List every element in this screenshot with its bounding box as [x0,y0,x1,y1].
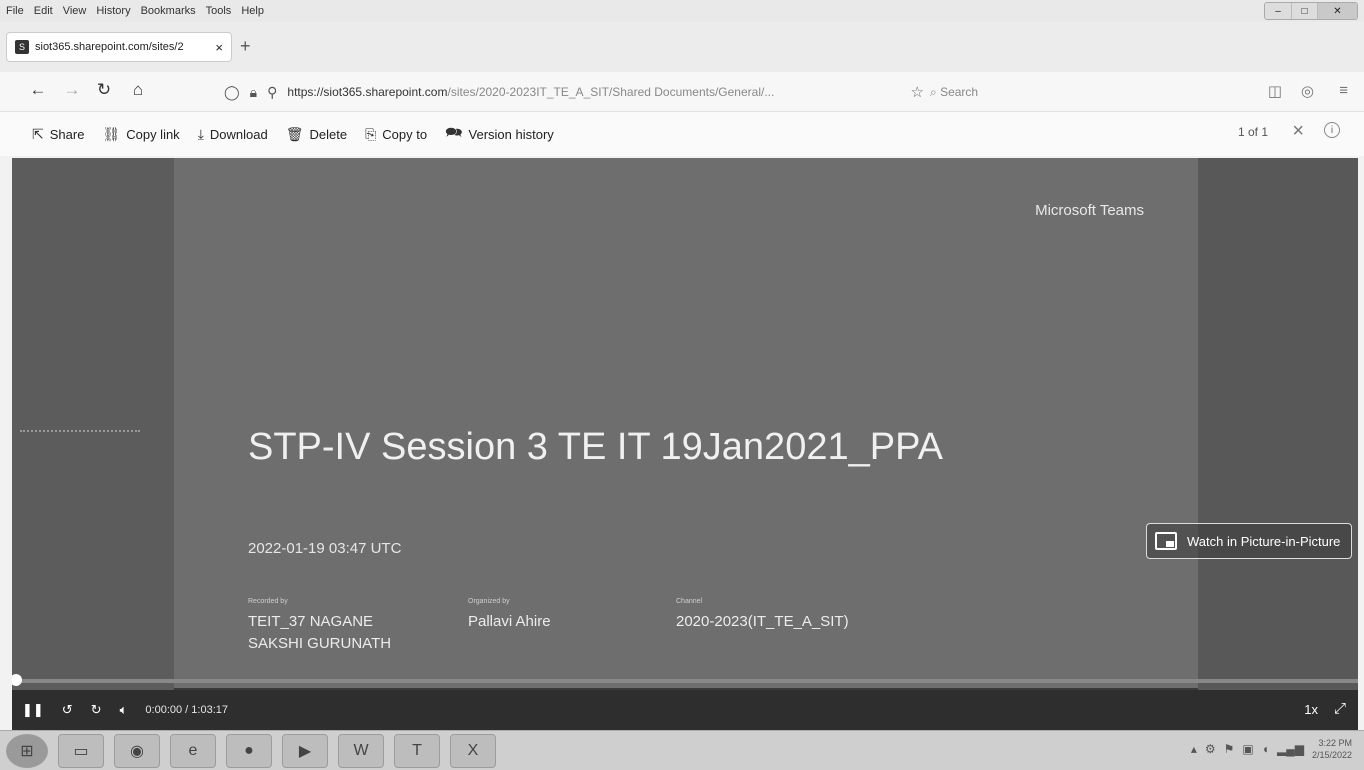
tray-arrow-icon[interactable]: ▴ [1191,742,1197,756]
playback-speed-button[interactable]: 1x [1304,702,1318,717]
url-text[interactable]: https://siot365.sharepoint.com/sites/202… [287,85,907,99]
recorded-by-line-1: TEIT_37 NAGANE [248,613,374,630]
signal-icon[interactable]: ▂▄▆ [1277,742,1304,756]
delete-icon: 🗑︎ [285,125,304,142]
home-icon[interactable]: ⌂ [126,80,150,100]
channel-name: 2020-2023(IT_TE_A_SIT) [676,613,849,630]
video-title: STP-IV Session 3 TE IT 19Jan2021_PPA [248,426,943,468]
organized-by: Pallavi Ahire [468,613,551,630]
bookmark-star-icon[interactable]: ☆ [911,83,924,101]
video-controls: ❚❚ ↺ ↻ 🔈︎ 0:00:00 / 1:03:17 1x ⤢ [12,690,1358,730]
teams-icon[interactable]: T [394,733,440,768]
tab-title: siot365.sharepoint.com/sites/2 [35,41,184,53]
file-explorer-icon[interactable]: ▭ [58,733,104,768]
tab-strip: S siot365.sharepoint.com/sites/2 × + [0,22,1364,72]
account-icon[interactable]: ◎ [1301,82,1314,100]
info-icon[interactable]: i [1324,122,1340,138]
forward-10-icon[interactable]: ↻ [91,702,102,718]
progress-bar[interactable] [12,679,1358,683]
volume-icon[interactable]: 🔈︎ [120,702,128,718]
sharepoint-favicon-icon: S [15,40,29,54]
picture-in-picture-button[interactable]: Watch in Picture-in-Picture [1146,523,1352,559]
hamburger-menu-icon[interactable]: ≡ [1339,82,1348,99]
menu-bookmarks[interactable]: Bookmarks [141,5,196,17]
tray-clock[interactable]: 3:22 PM 2/15/2022 [1312,737,1352,761]
download-icon: ⤓ [197,125,204,142]
copy-icon: ⎘ [365,125,377,142]
pause-icon[interactable]: ❚❚ [22,702,44,718]
lock-icon[interactable]: 🔒︎ [250,84,257,101]
file-pager: 1 of 1 [1237,125,1268,139]
menu-view[interactable]: View [63,5,87,17]
delete-button[interactable]: 🗑︎ Delete [286,126,347,143]
permissions-icon[interactable]: ⚲ [267,84,277,101]
minimize-icon[interactable]: – [1265,3,1291,19]
excel-icon[interactable]: X [450,733,496,768]
menu-history[interactable]: History [96,5,130,17]
download-button[interactable]: ⤓ Download [198,126,268,143]
left-letterbox [12,158,174,730]
share-button[interactable]: ⇱ Share [32,126,84,143]
microsoft-teams-brand: Microsoft Teams [1035,202,1144,219]
shield-icon[interactable]: ◯ [224,84,240,101]
close-viewer-icon[interactable]: × [1292,120,1304,143]
navigation-bar: ← → ↻ ⌂ ◯ 🔒︎ ⚲ https://siot365.sharepoin… [0,72,1364,112]
link-icon: ⛓ [102,125,121,142]
menu-bar: File Edit View History Bookmarks Tools H… [0,0,1364,22]
right-letterbox [1198,158,1358,730]
word-icon[interactable]: W [338,733,384,768]
media-player-icon[interactable]: ▶ [282,733,328,768]
history-icon: 🗪︎ [445,124,463,140]
menu-help[interactable]: Help [241,5,264,17]
internet-explorer-icon[interactable]: e [170,733,216,768]
menu-file[interactable]: File [6,5,24,17]
close-window-icon[interactable]: ✕ [1317,3,1357,19]
browser-tab[interactable]: S siot365.sharepoint.com/sites/2 × [6,32,232,62]
reload-icon[interactable]: ↻ [92,80,116,100]
volume-tray-icon[interactable]: ◖ [1262,742,1269,756]
organized-by-block: Organized by Pallavi Ahire [468,598,551,633]
display-icon[interactable]: ▣ [1242,742,1253,756]
fullscreen-icon[interactable]: ⤢ [1334,700,1346,717]
time-display: 0:00:00 / 1:03:17 [145,704,228,716]
copy-to-button[interactable]: ⎘ Copy to [365,126,427,143]
address-bar[interactable]: ◯ 🔒︎ ⚲ https://siot365.sharepoint.com/si… [224,78,924,106]
start-button-icon[interactable]: ⊞ [6,733,48,768]
chrome-icon[interactable]: ◉ [114,733,160,768]
network-icon[interactable]: ⚙ [1205,742,1216,756]
recording-date: 2022-01-19 03:47 UTC [248,540,402,557]
pocket-icon[interactable]: ◫ [1268,82,1282,100]
recorded-by-block: Recorded by TEIT_37 NAGANE SAKSHI GURUNA… [248,598,391,655]
window-controls: – □ ✕ [1264,2,1358,20]
flag-icon[interactable]: ⚑ [1224,742,1235,756]
firefox-icon[interactable]: ● [226,733,272,768]
channel-block: Channel 2020-2023(IT_TE_A_SIT) [676,598,849,633]
back-icon[interactable]: ← [26,80,50,100]
decorative-dots [20,430,140,432]
copy-link-button[interactable]: ⛓ Copy link [102,126,179,143]
recorded-by-line-2: SAKSHI GURUNATH [248,635,392,652]
version-history-button[interactable]: 🗪︎ Version history [445,122,554,146]
share-icon: ⇱ [32,125,44,142]
windows-taskbar: ⊞ ▭ ◉ e ● ▶ W T X ▴ ⚙ ⚑ ▣ ◖ ▂▄▆ 3:22 PM … [0,730,1364,770]
forward-icon[interactable]: → [60,80,84,100]
picture-in-picture-icon [1155,532,1177,550]
maximize-icon[interactable]: □ [1291,3,1317,19]
video-title-slide: Microsoft Teams STP-IV Session 3 TE IT 1… [174,158,1198,688]
rewind-10-icon[interactable]: ↺ [62,702,73,718]
menu-tools[interactable]: Tools [206,5,232,17]
menu-edit[interactable]: Edit [34,5,53,17]
command-bar: ⇱ Share ⛓ Copy link ⤓ Download 🗑︎ Delete ⎘ Co… [0,112,1364,156]
tab-close-icon[interactable]: × [215,40,223,55]
search-icon: ⌕ [930,85,941,99]
search-field[interactable]: ⌕ Search [930,85,978,100]
system-tray: ▴ ⚙ ⚑ ▣ ◖ ▂▄▆ 3:22 PM 2/15/2022 [1191,737,1352,761]
new-tab-icon[interactable]: + [240,36,251,57]
video-player[interactable]: Microsoft Teams STP-IV Session 3 TE IT 1… [12,158,1358,730]
